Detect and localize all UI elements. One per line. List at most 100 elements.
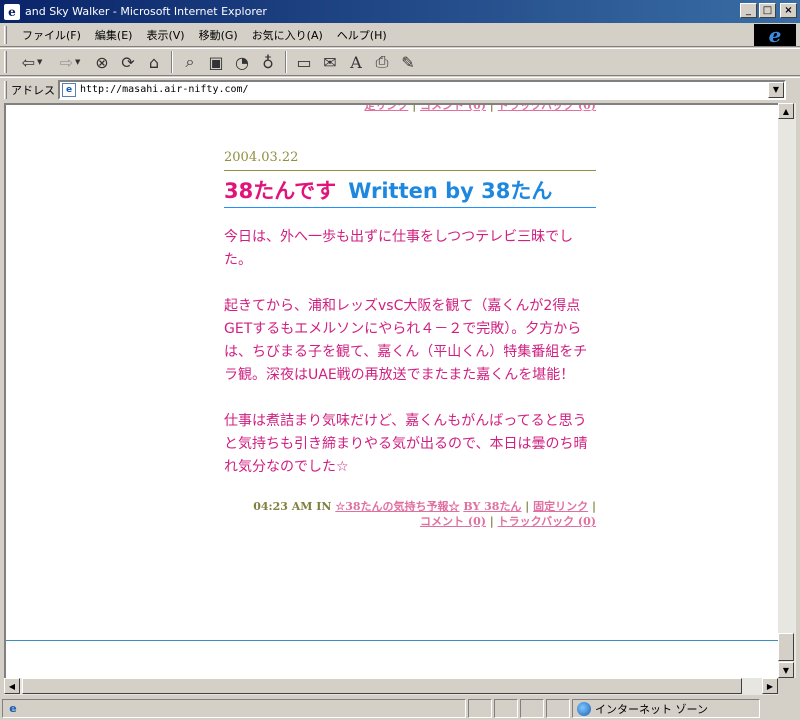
menu-file[interactable]: ファイル(F) — [15, 25, 88, 45]
scroll-up-button[interactable]: ▲ — [778, 103, 794, 119]
menu-bar: ファイル(F) 編集(E) 表示(V) 移動(G) お気に入り(A) ヘルプ(H… — [0, 23, 800, 47]
edit-button[interactable]: ✎ — [395, 50, 421, 74]
stop-icon: ⊗ — [95, 52, 109, 72]
history-icon: ◔ — [235, 52, 249, 72]
stop-button[interactable]: ⊗ — [89, 50, 115, 74]
address-bar: アドレス e ▼ — [0, 77, 800, 101]
status-main-pane: e — [2, 699, 466, 718]
menu-favorites[interactable]: お気に入り(A) — [245, 25, 330, 45]
chevron-down-icon: ▼ — [37, 58, 43, 66]
vertical-scroll-thumb[interactable] — [778, 633, 794, 661]
status-pane — [546, 699, 570, 718]
permalink-link[interactable]: 固定リンク — [533, 500, 588, 513]
back-arrow-icon: ⇦ — [21, 52, 35, 72]
prev-comment-link[interactable]: コメント (0) — [420, 105, 486, 112]
close-button[interactable]: × — [780, 3, 797, 18]
entry-paragraph: 今日は、外へ一歩も出ずに仕事をしつつテレビ三昧でした。 — [224, 229, 574, 268]
page-viewport: 定リンク | コメント (0) | トラックバック (0) 2004.03.22… — [4, 103, 780, 678]
chevron-right-icon: ▶ — [766, 681, 774, 691]
menu-edit[interactable]: 編集(E) — [88, 25, 140, 45]
ie-logo-icon: e — [754, 23, 796, 47]
forward-button[interactable]: ⇨ ▼ — [51, 50, 89, 74]
font-icon: A — [350, 52, 362, 72]
chevron-left-icon: ◀ — [8, 681, 16, 691]
address-box[interactable]: e ▼ — [58, 79, 786, 100]
home-icon: ⌂ — [148, 52, 160, 72]
address-input[interactable] — [80, 84, 700, 95]
status-pane — [494, 699, 518, 718]
menu-view[interactable]: 表示(V) — [139, 25, 191, 45]
font-button[interactable]: A — [343, 50, 369, 74]
chevron-up-icon: ▲ — [782, 106, 790, 116]
print-button[interactable]: ⎙ — [369, 50, 395, 74]
previous-entry-footer: 定リンク | コメント (0) | トラックバック (0) — [224, 105, 596, 113]
forward-arrow-icon: ⇨ — [59, 52, 73, 72]
search-icon: ⌕ — [185, 52, 195, 71]
menu-go[interactable]: 移動(G) — [192, 25, 245, 45]
page-icon: e — [62, 82, 76, 97]
entry-footer: 04:23 AM IN ☆38たんの気持ち予報☆ BY 38たん | 固定リンク… — [253, 500, 596, 528]
horizontal-scroll-thumb[interactable] — [22, 678, 742, 694]
entry-title: 38たんです Written by 38たん — [224, 181, 596, 208]
page-loaded-icon: e — [9, 702, 17, 715]
channels-button[interactable]: ♁ — [255, 50, 281, 74]
window-controls: _ □ × — [740, 3, 797, 18]
trackback-link[interactable]: トラックバック (0) — [498, 515, 596, 528]
mail-button[interactable]: ✉ — [317, 50, 343, 74]
channels-icon: ♁ — [262, 52, 274, 72]
status-bar: e インターネット ゾーン — [0, 697, 800, 720]
entry-body: 今日は、外へ一歩も出ずに仕事をしつつテレビ三昧でした。 起きてから、浦和レッズv… — [224, 226, 596, 479]
security-zone-pane: インターネット ゾーン — [572, 699, 760, 718]
scrollbar-corner — [778, 678, 796, 695]
address-dropdown-button[interactable]: ▼ — [768, 81, 784, 98]
toolbar-separator — [171, 51, 173, 73]
mail-icon: ✉ — [323, 52, 337, 72]
prev-permalink-link[interactable]: 定リンク — [364, 105, 408, 112]
entry-title-author: Written by 38たん — [348, 179, 553, 203]
page-divider — [6, 640, 780, 641]
favorites-button[interactable]: ▣ — [203, 50, 229, 74]
chevron-down-icon: ▼ — [772, 85, 780, 94]
toolbar-grip[interactable] — [4, 51, 7, 73]
fullscreen-icon: ▭ — [296, 52, 312, 72]
blog-column: 定リンク | コメント (0) | トラックバック (0) 2004.03.22… — [224, 105, 596, 529]
maximize-button[interactable]: □ — [759, 3, 776, 18]
favorites-icon: ▣ — [208, 52, 224, 72]
chevron-down-icon: ▼ — [75, 58, 81, 66]
author-link[interactable]: BY 38たん — [463, 500, 521, 513]
entry-paragraph: 仕事は煮詰まり気味だけど、嘉くんもがんばってると思うと気持ちも引き締まりやる気が… — [224, 413, 588, 475]
status-pane — [520, 699, 544, 718]
minimize-button[interactable]: _ — [740, 3, 757, 18]
ie-page-icon: e — [4, 3, 20, 20]
scroll-left-button[interactable]: ◀ — [4, 678, 20, 694]
comment-link[interactable]: コメント (0) — [420, 515, 486, 528]
date-header: 2004.03.22 — [224, 150, 596, 171]
home-button[interactable]: ⌂ — [141, 50, 167, 74]
scroll-right-button[interactable]: ▶ — [762, 678, 778, 694]
internet-globe-icon — [577, 701, 591, 716]
entry-time: 04:23 AM IN — [253, 500, 332, 513]
horizontal-scrollbar[interactable]: ◀ ▶ — [4, 678, 780, 695]
status-pane — [468, 699, 492, 718]
vertical-scrollbar[interactable]: ▲ ▼ — [778, 103, 796, 678]
edit-icon: ✎ — [401, 52, 415, 72]
toolbar-separator — [285, 51, 287, 73]
zone-label: インターネット ゾーン — [595, 702, 708, 716]
window-title: and Sky Walker - Microsoft Internet Expl… — [25, 5, 267, 18]
refresh-icon: ⟳ — [121, 52, 135, 72]
address-label: アドレス — [11, 83, 55, 97]
search-button[interactable]: ⌕ — [177, 50, 203, 74]
refresh-button[interactable]: ⟳ — [115, 50, 141, 74]
title-bar: e and Sky Walker - Microsoft Internet Ex… — [0, 0, 800, 23]
standard-toolbar: ⇦ ▼ ⇨ ▼ ⊗ ⟳ ⌂ ⌕ ▣ ◔ ♁ ▭ ✉ A ⎙ ✎ — [0, 48, 800, 76]
entry-title-main: 38たんです — [224, 179, 337, 203]
menu-help[interactable]: ヘルプ(H) — [330, 25, 394, 45]
back-button[interactable]: ⇦ ▼ — [13, 50, 51, 74]
menu-grip[interactable] — [4, 25, 7, 44]
history-button[interactable]: ◔ — [229, 50, 255, 74]
category-link[interactable]: ☆38たんの気持ち予報☆ — [335, 500, 459, 513]
address-grip[interactable] — [4, 80, 7, 99]
fullscreen-button[interactable]: ▭ — [291, 50, 317, 74]
prev-trackback-link[interactable]: トラックバック (0) — [498, 105, 596, 112]
scroll-down-button[interactable]: ▼ — [778, 662, 794, 678]
